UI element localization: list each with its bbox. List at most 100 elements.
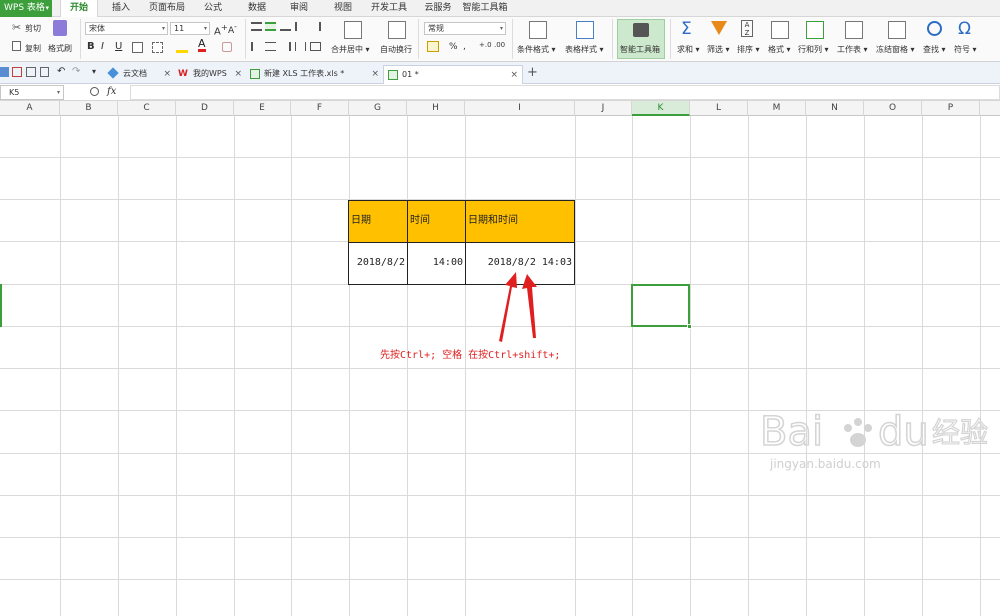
cut-button[interactable]: 剪切 — [25, 23, 41, 34]
column-header-g[interactable]: G — [349, 101, 407, 116]
justify-icon[interactable] — [295, 42, 306, 51]
column-header-d[interactable]: D — [176, 101, 234, 116]
find-icon[interactable] — [927, 21, 942, 36]
tab-developer[interactable]: 开发工具 — [364, 0, 414, 17]
tab-page-layout[interactable]: 页面布局 — [142, 0, 192, 17]
doc-tab-new-xls[interactable]: 新建 XLS 工作表.xls * × — [246, 65, 383, 84]
zoom-search-icon[interactable] — [90, 87, 99, 96]
tab-view[interactable]: 视图 — [326, 0, 360, 17]
sort-button[interactable]: 排序 ▾ — [737, 44, 760, 55]
align-top-icon[interactable] — [251, 22, 262, 31]
fill-color-icon[interactable] — [176, 41, 188, 53]
format-painter-button[interactable]: 格式刷 — [48, 43, 72, 54]
border-icon[interactable] — [132, 42, 143, 53]
table-header-date[interactable]: 日期 — [348, 200, 408, 243]
indent-decrease-icon[interactable] — [295, 22, 306, 31]
column-header-j[interactable]: J — [575, 101, 632, 116]
number-format-select[interactable]: 常规 ▾ — [424, 22, 506, 35]
underline-button[interactable]: U — [115, 41, 122, 52]
selected-cell-k5[interactable] — [631, 284, 692, 329]
print-icon[interactable] — [26, 67, 36, 77]
table-cell-date[interactable]: 2018/8/2 — [348, 242, 408, 285]
align-left-icon[interactable] — [251, 42, 262, 51]
column-header-a[interactable]: A — [0, 101, 60, 116]
tab-formulas[interactable]: 公式 — [196, 0, 230, 17]
table-style-icon[interactable] — [576, 21, 594, 39]
rows-cols-icon[interactable] — [806, 21, 824, 39]
merge-center-button[interactable]: 合并居中 ▾ — [331, 44, 370, 55]
decrease-decimal-button[interactable]: .00 — [494, 41, 505, 49]
freeze-panes-icon[interactable] — [888, 21, 906, 39]
increase-decimal-button[interactable]: +.0 — [479, 41, 492, 49]
export-pdf-icon[interactable] — [12, 67, 22, 77]
column-header-p[interactable]: P — [922, 101, 980, 116]
column-header-b[interactable]: B — [60, 101, 118, 116]
column-header-n[interactable]: N — [806, 101, 864, 116]
column-header-m[interactable]: M — [748, 101, 806, 116]
rows-cols-button[interactable]: 行和列 ▾ — [798, 44, 829, 55]
italic-button[interactable]: I — [101, 41, 104, 52]
merge-center-icon[interactable] — [344, 21, 362, 39]
wrap-text-icon[interactable] — [388, 21, 406, 39]
tab-insert[interactable]: 插入 — [104, 0, 138, 17]
column-header-l[interactable]: L — [690, 101, 748, 116]
sum-button[interactable]: 求和 ▾ — [677, 44, 700, 55]
print-preview-icon[interactable] — [40, 67, 49, 77]
table-header-datetime[interactable]: 日期和时间 — [465, 200, 575, 243]
conditional-format-icon[interactable] — [529, 21, 547, 39]
font-size-select[interactable]: 11 ▾ — [170, 22, 210, 35]
new-tab-plus-icon[interactable]: + — [527, 65, 538, 80]
sort-icon[interactable]: AZ — [741, 20, 753, 37]
symbol-button[interactable]: 符号 ▾ — [954, 44, 977, 55]
freeze-panes-button[interactable]: 冻结窗格 ▾ — [876, 44, 915, 55]
tab-smart-toolbox[interactable]: 智能工具箱 — [460, 0, 510, 17]
filter-icon[interactable] — [711, 21, 727, 35]
format-painter-icon[interactable] — [53, 20, 67, 36]
doc-tab-cloud[interactable]: 云文档 × — [105, 65, 175, 84]
font-color-button[interactable]: A — [198, 38, 206, 52]
copy-icon[interactable] — [12, 41, 21, 51]
close-icon[interactable]: × — [163, 65, 171, 83]
copy-button[interactable]: 复制 — [25, 43, 41, 54]
column-header-o[interactable]: O — [864, 101, 922, 116]
column-header-h[interactable]: H — [407, 101, 465, 116]
doc-tab-mywps[interactable]: W 我的WPS × — [175, 65, 246, 84]
tab-review[interactable]: 审阅 — [282, 0, 316, 17]
scissors-icon[interactable]: ✂ — [12, 21, 21, 34]
find-button[interactable]: 查找 ▾ — [923, 44, 946, 55]
currency-icon[interactable] — [427, 41, 439, 52]
distribute-icon[interactable] — [310, 42, 321, 51]
table-style-button[interactable]: 表格样式 ▾ — [565, 44, 604, 55]
bold-button[interactable]: B — [87, 41, 95, 52]
app-menu-button[interactable]: WPS 表格 ▾ — [0, 0, 52, 17]
doc-tab-01[interactable]: 01 * × — [383, 65, 523, 84]
align-right-icon[interactable] — [280, 42, 291, 51]
column-header-c[interactable]: C — [118, 101, 176, 116]
align-center-icon[interactable] — [265, 42, 276, 51]
save-icon[interactable] — [0, 67, 9, 77]
name-box[interactable]: K5 ▾ — [0, 85, 64, 100]
undo-icon[interactable]: ↶ — [57, 66, 65, 77]
tab-data[interactable]: 数据 — [238, 0, 276, 17]
close-icon[interactable]: × — [510, 66, 518, 84]
format-icon[interactable] — [771, 21, 789, 39]
filter-button[interactable]: 筛选 ▾ — [707, 44, 730, 55]
tab-home[interactable]: 开始 — [60, 0, 98, 18]
formula-input[interactable] — [130, 85, 1000, 100]
decrease-font-button[interactable]: A- — [228, 22, 237, 36]
table-cell-time[interactable]: 14:00 — [407, 242, 466, 285]
table-header-time[interactable]: 时间 — [407, 200, 466, 243]
clear-format-icon[interactable] — [222, 42, 232, 52]
format-button[interactable]: 格式 ▾ — [768, 44, 791, 55]
indent-increase-icon[interactable] — [310, 22, 321, 31]
worksheet-button[interactable]: 工作表 ▾ — [837, 44, 868, 55]
column-header-i[interactable]: I — [465, 101, 575, 116]
quick-access-chevron-icon[interactable]: ▾ — [92, 67, 96, 76]
smart-toolbox-button[interactable]: 智能工具箱 — [617, 19, 665, 59]
align-middle-icon[interactable] — [265, 22, 276, 31]
align-bottom-icon[interactable] — [280, 22, 291, 31]
fx-icon[interactable]: fx — [107, 86, 116, 97]
tab-cloud[interactable]: 云服务 — [418, 0, 458, 17]
redo-icon[interactable]: ↷ — [72, 66, 80, 77]
column-header-e[interactable]: E — [234, 101, 291, 116]
